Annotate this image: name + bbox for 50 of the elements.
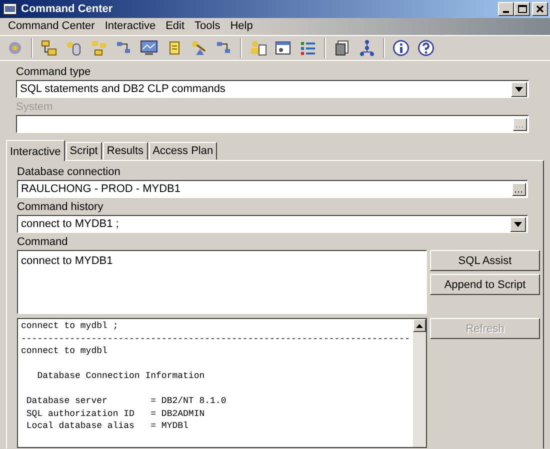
menu-item[interactable]: Command Center (8, 19, 95, 34)
documents-icon[interactable] (333, 39, 351, 57)
command-input[interactable]: connect to MYDB1 (17, 250, 427, 314)
hierarchy-icon[interactable] (358, 39, 376, 57)
help-icon[interactable] (417, 39, 435, 57)
append-button[interactable]: Append to Script (430, 274, 540, 295)
tab[interactable]: Interactive (6, 140, 65, 161)
minimize-button[interactable] (498, 2, 514, 16)
output-line: Local database alias = MYDBl (25, 420, 190, 432)
menu-item[interactable]: Tools (194, 19, 220, 34)
tab[interactable]: Results (102, 142, 148, 160)
browse-button[interactable] (512, 182, 526, 196)
list-icon[interactable] (299, 39, 317, 57)
maximize-button[interactable] (514, 2, 530, 16)
sql-assist-button[interactable]: SQL Assist (430, 250, 540, 271)
menu-item[interactable]: Help (230, 19, 253, 34)
scroll-up-button[interactable] (413, 319, 426, 332)
info-icon[interactable] (392, 39, 410, 57)
window-icon (3, 3, 17, 15)
tab[interactable]: Script (66, 142, 102, 160)
database-icon[interactable] (65, 39, 83, 57)
output-line: connect to mydbl (21, 345, 108, 358)
output-line: ------------------------------------------------------------------------ (21, 332, 410, 345)
monitor-icon[interactable] (140, 39, 158, 57)
field-label: Database connection (17, 166, 122, 178)
system-field[interactable] (16, 115, 529, 133)
up-arrow-icon (416, 324, 423, 328)
field-label: Command (17, 236, 69, 248)
field-label: Command type (16, 66, 92, 78)
menu-item[interactable]: Edit (166, 19, 185, 34)
output-line: Database Connection Information (36, 370, 206, 382)
field-label: Command history (17, 201, 104, 213)
maximize-icon (518, 5, 526, 13)
folder-tree-icon[interactable] (40, 39, 58, 57)
browse-button[interactable] (513, 118, 527, 130)
window-title: Command Center (21, 3, 114, 15)
user-icon[interactable] (249, 39, 267, 57)
tab[interactable]: Access Plan (148, 142, 218, 160)
menu-item[interactable]: Interactive (104, 19, 156, 34)
output-line: Database server = DB2/NT 8.1.0 (25, 395, 228, 408)
database-connection-field[interactable]: RAULCHONG - PROD - MYDB1 (17, 180, 528, 198)
command-history-dropdown[interactable]: connect to MYDB1 ; (17, 215, 528, 233)
scrollbar[interactable] (413, 319, 426, 447)
close-button[interactable] (532, 2, 548, 16)
output-line: connect to mydbl ; (21, 320, 120, 332)
window-icon[interactable] (274, 39, 292, 57)
close-icon (536, 5, 544, 13)
command-type-dropdown[interactable]: SQL statements and DB2 CLP commands (16, 80, 529, 98)
field-label: System (16, 101, 54, 113)
output-line: SQL authorization ID = DB2ADMIN (25, 408, 206, 420)
